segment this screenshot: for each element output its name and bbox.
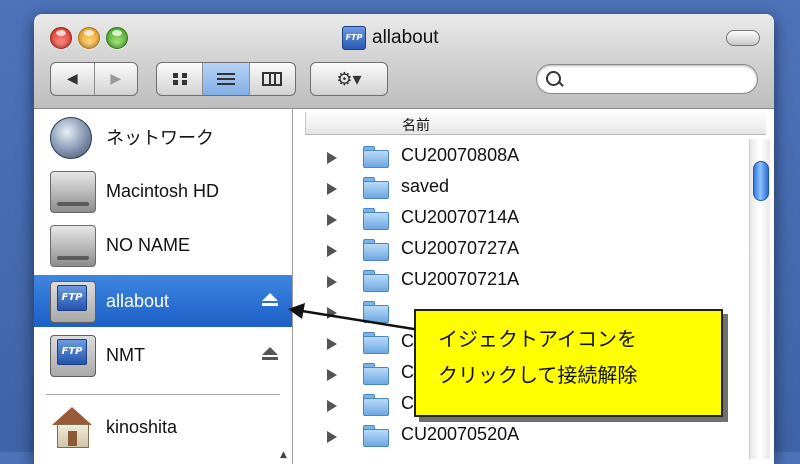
annotation-callout: イジェクトアイコンを クリックして接続解除 <box>414 309 723 417</box>
callout-text-line1: イジェクトアイコンを <box>438 327 637 351</box>
callout-text-line2: クリックして接続解除 <box>438 363 638 387</box>
